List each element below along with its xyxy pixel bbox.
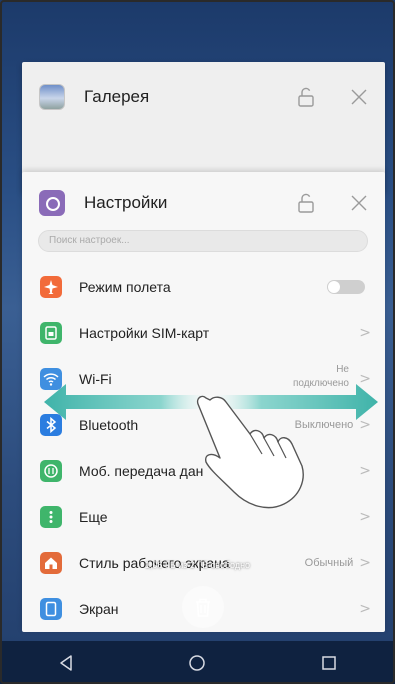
settings-item-label: Настройки SIM-карт (79, 325, 210, 341)
card-header: Настройки (22, 172, 385, 234)
mobile-data-icon (40, 460, 62, 482)
chevron-right-icon: > (359, 325, 371, 341)
gallery-icon (39, 84, 65, 110)
recents-icon (322, 655, 336, 670)
more-icon (40, 506, 62, 528)
home-button[interactable] (185, 651, 209, 675)
back-button[interactable] (54, 651, 78, 675)
chevron-right-icon: > (359, 601, 371, 617)
clear-all-button[interactable] (182, 586, 224, 628)
settings-search-input[interactable]: Поиск настроек... (38, 230, 368, 252)
card-title: Галерея (84, 87, 150, 106)
lock-icon[interactable] (295, 86, 317, 108)
wifi-status-line1: Не (336, 364, 349, 375)
hand-swipe-icon (196, 395, 304, 509)
home-icon (189, 654, 206, 671)
close-icon[interactable] (349, 193, 369, 213)
settings-item-label: Режим полета (79, 279, 171, 295)
chevron-right-icon: > (359, 509, 371, 525)
memory-status-text: 1,06 ГБ из 2 ГБ свободно (144, 560, 251, 570)
settings-item-airplane-mode[interactable]: Режим полета (22, 264, 385, 310)
chevron-right-icon: > (359, 463, 371, 479)
status-bar-area (0, 0, 395, 60)
lock-icon[interactable] (295, 192, 317, 214)
card-title: Настройки (84, 193, 168, 212)
sim-card-icon (40, 322, 62, 344)
display-icon (40, 598, 62, 620)
card-header: Галерея (22, 62, 385, 132)
airplane-mode-toggle[interactable] (327, 280, 365, 294)
back-icon (60, 654, 72, 671)
airplane-icon (40, 276, 62, 298)
close-icon[interactable] (349, 87, 369, 107)
settings-item-sim-cards[interactable]: Настройки SIM-карт > (22, 310, 385, 356)
navigation-bar (0, 641, 395, 684)
recents-button[interactable] (317, 651, 341, 675)
trash-icon (196, 598, 210, 617)
settings-icon (39, 190, 65, 216)
